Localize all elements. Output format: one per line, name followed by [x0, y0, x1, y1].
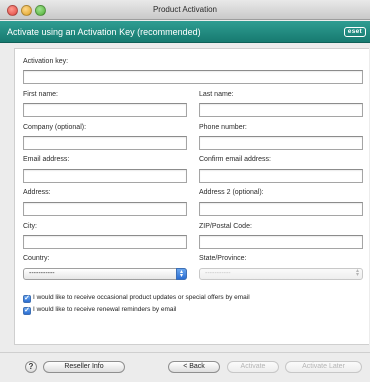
email-input[interactable] [23, 169, 187, 183]
city-label: City: [23, 223, 37, 230]
back-button[interactable]: < Back [168, 361, 220, 373]
state-select: ----------- ▴ ▾ [199, 268, 363, 280]
address2-label: Address 2 (optional): [199, 189, 264, 196]
activation-key-label: Activation key: [23, 58, 69, 65]
last-name-label: Last name: [199, 91, 234, 98]
country-selected-value: ----------- [29, 270, 55, 277]
footer-divider [0, 352, 370, 353]
activation-key-input[interactable] [23, 70, 363, 84]
email-label: Email address: [23, 156, 70, 163]
zip-input[interactable] [199, 235, 363, 249]
help-button[interactable]: ? [25, 361, 37, 373]
country-label: Country: [23, 255, 50, 262]
renewal-checkbox-row[interactable]: ✓ I would like to receive renewal reminde… [23, 306, 176, 315]
zip-label: ZIP/Postal Code: [199, 223, 252, 230]
last-name-input[interactable] [199, 103, 363, 117]
address-input[interactable] [23, 202, 187, 216]
eset-logo: eset [343, 27, 366, 37]
reseller-info-button[interactable]: Reseller Info [43, 361, 125, 373]
section-header: Activate using an Activation Key (recomm… [0, 21, 370, 43]
window-title: Product Activation [152, 5, 218, 14]
confirm-email-input[interactable] [199, 169, 363, 183]
confirm-email-label: Confirm email address: [199, 156, 271, 163]
phone-label: Phone number: [199, 124, 247, 131]
country-select[interactable]: ----------- ▴ ▾ [23, 268, 187, 280]
activate-button[interactable]: Activate [227, 361, 279, 373]
updates-checkbox-label: I would like to receive occasional produ… [33, 294, 250, 301]
updates-checkbox[interactable]: ✓ [23, 295, 31, 303]
state-label: State/Province: [199, 255, 247, 262]
address2-input[interactable] [199, 202, 363, 216]
first-name-label: First name: [23, 91, 59, 98]
city-input[interactable] [23, 235, 187, 249]
renewal-checkbox[interactable]: ✓ [23, 307, 31, 315]
header-title: Activate using an Activation Key (recomm… [7, 27, 201, 37]
phone-input[interactable] [199, 136, 363, 150]
first-name-input[interactable] [23, 103, 187, 117]
window-titlebar: Product Activation [0, 0, 370, 20]
address-label: Address: [23, 189, 51, 196]
activate-later-button[interactable]: Activate Later [285, 361, 362, 373]
state-selected-value: ----------- [205, 270, 231, 277]
company-input[interactable] [23, 136, 187, 150]
updates-checkbox-row[interactable]: ✓ I would like to receive occasional prod… [23, 294, 250, 303]
select-arrows-icon: ▴ ▾ [176, 268, 187, 280]
renewal-checkbox-label: I would like to receive renewal reminder… [33, 306, 177, 313]
company-label: Company (optional): [23, 124, 87, 131]
select-arrows-icon: ▴ ▾ [355, 268, 359, 278]
